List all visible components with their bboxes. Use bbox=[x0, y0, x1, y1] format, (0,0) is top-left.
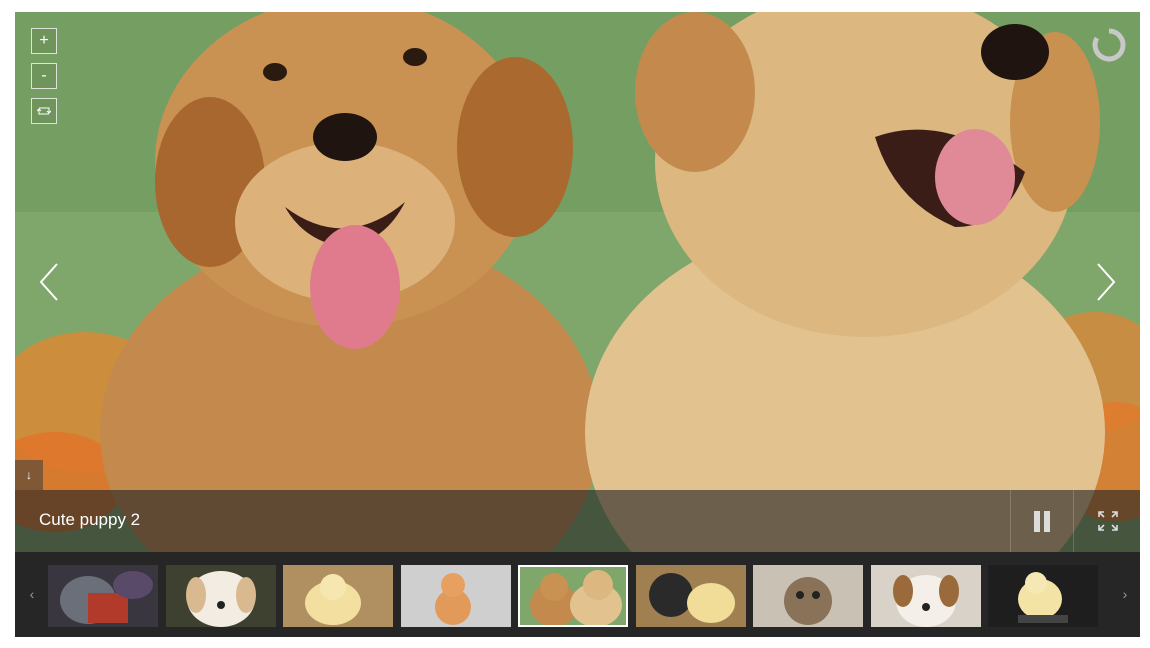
thumbnail-2[interactable] bbox=[166, 565, 276, 627]
thumbnail-strip: ‹ › bbox=[15, 552, 1140, 637]
zoom-in-button[interactable]: + bbox=[31, 28, 57, 54]
pause-slideshow-button[interactable] bbox=[1010, 490, 1073, 552]
thumbnail-image bbox=[753, 565, 863, 627]
thumbnail-image bbox=[636, 565, 746, 627]
thumbnails-prev-button[interactable]: ‹ bbox=[17, 552, 47, 637]
pause-icon-bar bbox=[1044, 511, 1050, 532]
reset-icon bbox=[37, 107, 51, 115]
thumbnail-9[interactable] bbox=[988, 565, 1098, 627]
thumbnail-image bbox=[871, 565, 981, 627]
thumbnail-7[interactable] bbox=[753, 565, 863, 627]
thumbnails-next-button[interactable]: › bbox=[1110, 552, 1140, 637]
caption-bar: Cute puppy 2 bbox=[15, 490, 1140, 552]
next-image-button[interactable] bbox=[1092, 260, 1118, 304]
thumbnail-3[interactable] bbox=[283, 565, 393, 627]
fullscreen-button[interactable] bbox=[1073, 490, 1140, 552]
pause-icon bbox=[1034, 511, 1040, 532]
zoom-reset-button[interactable] bbox=[31, 98, 57, 124]
thumbnail-image bbox=[166, 565, 276, 627]
thumbnail-image bbox=[401, 565, 511, 627]
thumbnail-8[interactable] bbox=[871, 565, 981, 627]
thumbnail-5[interactable] bbox=[518, 565, 628, 627]
thumbnail-1[interactable] bbox=[48, 565, 158, 627]
thumbnail-4[interactable] bbox=[401, 565, 511, 627]
fullscreen-icon bbox=[1098, 511, 1118, 531]
thumbnail-image bbox=[988, 565, 1098, 627]
image-caption: Cute puppy 2 bbox=[39, 510, 141, 529]
main-photo bbox=[15, 12, 1140, 552]
toggle-thumbnails-button[interactable]: ↓ bbox=[15, 460, 43, 490]
zoom-out-button[interactable]: - bbox=[31, 63, 57, 89]
thumbnail-image bbox=[520, 567, 626, 625]
thumbnail-image bbox=[48, 565, 158, 627]
image-gallery: + - ↓ Cute puppy 2 ‹ › bbox=[15, 12, 1140, 637]
thumbnail-6[interactable] bbox=[636, 565, 746, 627]
thumbnail-image bbox=[283, 565, 393, 627]
image-stage[interactable]: + - ↓ Cute puppy 2 bbox=[15, 12, 1140, 552]
previous-image-button[interactable] bbox=[37, 260, 63, 304]
loading-spinner-icon bbox=[1092, 28, 1126, 62]
